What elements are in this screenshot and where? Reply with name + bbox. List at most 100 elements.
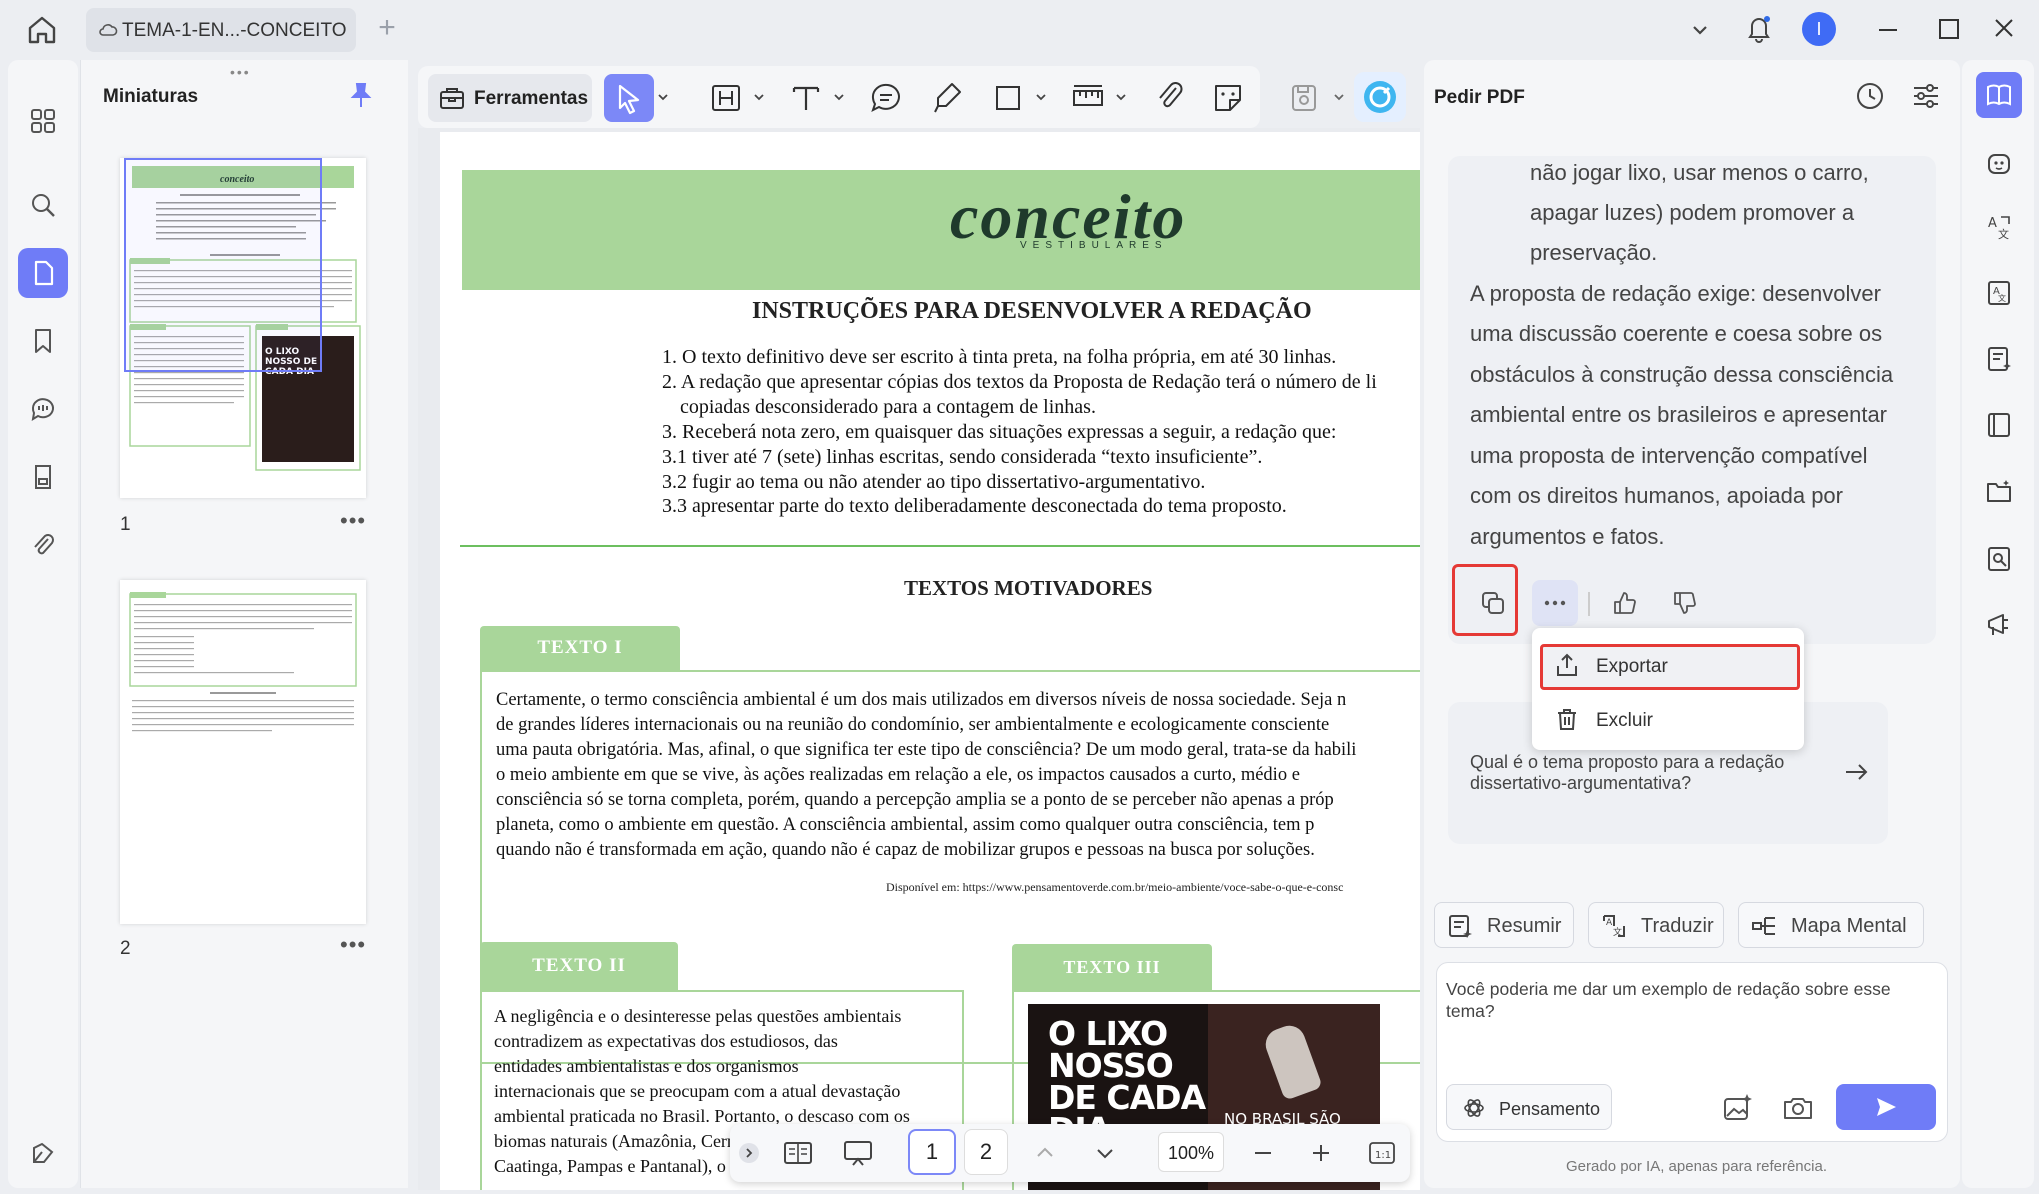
- answer-line: argumentos e fatos.: [1470, 524, 1665, 549]
- attachment-icon[interactable]: [18, 520, 68, 570]
- texto1-source: Disponível em: https://www.pensamentover…: [886, 880, 1344, 894]
- thumbs-down-icon[interactable]: [1662, 580, 1708, 626]
- form-ai-icon[interactable]: [1976, 336, 2022, 382]
- document-tab[interactable]: TEMA-1-EN...-CONCEITO: [86, 8, 356, 52]
- comment-icon[interactable]: [18, 384, 68, 434]
- svg-text:A: A: [1606, 918, 1613, 928]
- translate-page-icon[interactable]: A文: [1976, 270, 2022, 316]
- menu-delete-label[interactable]: Excluir: [1596, 710, 1653, 732]
- new-tab-button[interactable]: +: [372, 13, 402, 44]
- sliders-icon[interactable]: [1910, 80, 1942, 112]
- panel-grip[interactable]: •••: [230, 64, 251, 80]
- translate-chip[interactable]: A文 Traduzir: [1588, 902, 1724, 948]
- image-add-icon[interactable]: [1722, 1092, 1754, 1124]
- pdf-page[interactable]: conceito VESTIBULARES INSTRUÇÕES PARA DE…: [440, 132, 1420, 1190]
- grid-icon[interactable]: [18, 96, 68, 146]
- thumbnail-number: 2: [120, 938, 131, 959]
- answer-line: A proposta de redação exige: desenvolver: [1470, 281, 1881, 306]
- thumbnail-more-button[interactable]: •••: [340, 932, 366, 958]
- ruler-icon[interactable]: [1070, 78, 1106, 118]
- mindmap-chip[interactable]: Mapa Mental: [1738, 902, 1924, 948]
- chevron-down-icon[interactable]: [1686, 16, 1714, 44]
- page-1-button[interactable]: 1: [908, 1129, 956, 1175]
- heading-icon[interactable]: [708, 78, 744, 118]
- instruction-line: 3.3 apresentar parte do texto deliberada…: [662, 495, 1287, 517]
- translate-label: Traduzir: [1641, 915, 1714, 937]
- trash-icon[interactable]: [1554, 706, 1580, 732]
- text-icon[interactable]: [788, 78, 824, 118]
- chevron-down-icon[interactable]: [1332, 90, 1346, 104]
- expand-nav-icon[interactable]: [738, 1142, 760, 1164]
- chevron-down-icon[interactable]: [1114, 90, 1128, 104]
- send-icon: [1877, 1098, 1896, 1116]
- chevron-down-icon[interactable]: [752, 90, 766, 104]
- arrow-right-icon[interactable]: [1842, 758, 1870, 786]
- texto1-label: TEXTO I: [480, 626, 680, 670]
- book-ai-icon[interactable]: [1976, 72, 2022, 118]
- copy-icon[interactable]: [1470, 580, 1516, 626]
- folder-icon[interactable]: [1976, 468, 2022, 514]
- ai-logo-icon[interactable]: [1354, 72, 1406, 122]
- answer-line: uma proposta de intervenção compatível: [1470, 443, 1868, 468]
- thinking-label: Pensamento: [1499, 1099, 1601, 1119]
- search-icon[interactable]: [18, 180, 68, 230]
- page-icon[interactable]: [18, 248, 68, 298]
- svg-text:文: 文: [1613, 926, 1622, 938]
- more-icon[interactable]: [1532, 580, 1578, 626]
- texto1-line: quando não é transformada em ação, quand…: [496, 840, 1315, 860]
- chevron-down-icon[interactable]: [1034, 90, 1048, 104]
- svg-text:文: 文: [1998, 293, 2006, 303]
- texto2-label: TEXTO II: [480, 942, 678, 990]
- viewport-indicator[interactable]: [124, 158, 322, 372]
- answer-line: preservação.: [1530, 240, 1658, 265]
- chevron-down-icon[interactable]: [656, 90, 670, 104]
- minimize-icon[interactable]: [1874, 16, 1902, 44]
- rectangle-icon[interactable]: [990, 78, 1026, 118]
- camera-icon[interactable]: [1782, 1092, 1814, 1124]
- paperclip-icon[interactable]: [1152, 78, 1188, 118]
- bookmark-icon[interactable]: [18, 316, 68, 366]
- sticker-icon[interactable]: [1210, 78, 1246, 118]
- brand-subtitle: VESTIBULARES: [1020, 240, 1168, 251]
- page-thumbnail-2[interactable]: [120, 580, 366, 924]
- chevron-down-icon[interactable]: [832, 90, 846, 104]
- presentation-view-icon[interactable]: [842, 1138, 874, 1168]
- pin-icon[interactable]: [346, 80, 376, 110]
- two-page-view-icon[interactable]: [782, 1138, 814, 1168]
- actual-size-icon[interactable]: 1:1: [1368, 1140, 1396, 1166]
- scan-icon[interactable]: [1976, 536, 2022, 582]
- chat-input-text[interactable]: Você poderia me dar um exemplo de redaçã…: [1446, 978, 1906, 1022]
- close-icon[interactable]: [1990, 14, 2018, 42]
- zoom-level[interactable]: 100%: [1158, 1132, 1224, 1172]
- svg-text:1:1: 1:1: [1375, 1150, 1391, 1161]
- translate-icon: A文: [1601, 913, 1627, 939]
- history-icon[interactable]: [1854, 80, 1886, 112]
- zoom-out-icon[interactable]: [1250, 1140, 1276, 1166]
- tools-button[interactable]: Ferramentas: [428, 74, 592, 122]
- note-icon[interactable]: [868, 78, 904, 118]
- home-icon[interactable]: [22, 12, 62, 48]
- translate-a-icon[interactable]: A文: [1976, 204, 2022, 250]
- thumbs-up-icon[interactable]: [1602, 580, 1648, 626]
- page-2-button[interactable]: 2: [964, 1129, 1008, 1175]
- theme-icon[interactable]: [18, 1128, 68, 1178]
- reader-icon[interactable]: [1976, 402, 2022, 448]
- presentation-icon[interactable]: [1976, 602, 2022, 648]
- summarize-chip[interactable]: Resumir: [1434, 902, 1574, 948]
- stamp-icon[interactable]: [18, 452, 68, 502]
- select-tool-button[interactable]: [604, 74, 654, 122]
- texto1-line: o meio ambiente em que se vive, às ações…: [496, 765, 1300, 785]
- chatbot-icon[interactable]: [1976, 140, 2022, 186]
- bell-icon[interactable]: [1744, 12, 1774, 44]
- thinking-toggle[interactable]: Pensamento: [1446, 1084, 1612, 1130]
- avatar[interactable]: I: [1802, 12, 1836, 46]
- save-icon[interactable]: [1286, 78, 1322, 118]
- highlighter-icon[interactable]: [930, 78, 966, 118]
- chevron-down-icon[interactable]: [1092, 1140, 1118, 1166]
- chevron-up-icon[interactable]: [1032, 1140, 1058, 1166]
- zoom-in-icon[interactable]: [1308, 1140, 1334, 1166]
- maximize-icon[interactable]: [1936, 16, 1962, 42]
- thumbnail-more-button[interactable]: •••: [340, 508, 366, 534]
- instruction-line: 3.2 fugir ao tema ou não atender ao tipo…: [662, 471, 1206, 493]
- send-button[interactable]: [1836, 1084, 1936, 1130]
